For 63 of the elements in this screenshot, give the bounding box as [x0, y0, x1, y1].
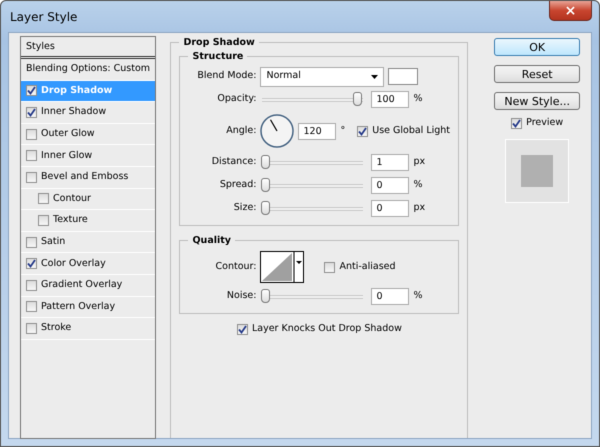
checkbox[interactable] — [26, 150, 37, 162]
style-list-item[interactable]: Gradient Overlay — [21, 274, 156, 297]
checkbox[interactable] — [511, 118, 522, 129]
checkbox[interactable] — [26, 258, 37, 270]
field-label: Distance: — [210, 155, 256, 170]
field-label: Opacity: — [216, 92, 256, 106]
checkbox[interactable] — [324, 262, 336, 272]
checkbox[interactable] — [26, 128, 37, 140]
style-list-item[interactable]: Texture — [21, 210, 156, 232]
number-field[interactable]: 120 — [298, 122, 336, 140]
color-swatch[interactable] — [388, 68, 418, 85]
blend-mode-dropdown[interactable]: Normal — [260, 66, 384, 86]
dialog-button[interactable]: Reset — [494, 65, 580, 83]
window-title: Layer Style — [9, 8, 78, 26]
field-label: Spread: — [218, 178, 256, 192]
checkbox[interactable] — [38, 193, 49, 204]
preview-thumbnail — [505, 139, 570, 204]
number-field[interactable]: 1 — [371, 154, 410, 171]
checkbox[interactable] — [26, 322, 37, 334]
checkbox[interactable] — [26, 280, 37, 291]
checkbox[interactable] — [26, 85, 37, 96]
checkbox[interactable] — [357, 126, 368, 136]
caret-icon — [371, 74, 378, 78]
style-list-item[interactable]: Contour — [21, 188, 156, 210]
style-list-item[interactable]: Satin — [21, 232, 156, 254]
checkbox[interactable] — [26, 236, 37, 248]
style-list-item[interactable]: Bevel and Emboss — [21, 166, 156, 189]
field-label: Size: — [232, 201, 256, 216]
dialog-button[interactable]: OK — [494, 38, 580, 56]
dialog-button[interactable]: New Style... — [494, 92, 580, 110]
checkbox-label: Anti-aliased — [339, 260, 396, 274]
number-field[interactable]: 0 — [371, 177, 410, 194]
unit-label: px — [413, 155, 426, 170]
field-label: Contour: — [214, 260, 256, 274]
checkbox-label: Use Global Light — [372, 124, 450, 138]
checkbox-label: Layer Knocks Out Drop Shadow — [252, 322, 402, 336]
style-list-item[interactable]: Inner Glow — [21, 145, 156, 167]
checkbox[interactable] — [38, 214, 49, 226]
list-header: Styles — [21, 37, 156, 59]
checkbox[interactable] — [26, 172, 37, 183]
number-field[interactable]: 100 — [371, 91, 410, 108]
style-list-item[interactable]: Color Overlay — [21, 253, 156, 275]
style-list-item[interactable]: Inner Shadow — [21, 102, 156, 124]
field-label: Noise: — [226, 289, 256, 304]
checkbox[interactable] — [26, 301, 37, 312]
contour-picker[interactable] — [260, 251, 304, 283]
number-field[interactable]: 0 — [371, 200, 410, 217]
style-list-item[interactable]: Stroke — [21, 318, 156, 340]
style-list-item[interactable]: Pattern Overlay — [21, 296, 156, 318]
style-list-item[interactable]: Outer Glow — [21, 124, 156, 146]
close-button[interactable]: × — [549, 1, 592, 21]
checkbox[interactable] — [26, 106, 37, 118]
unit-label: % — [413, 92, 423, 106]
checkbox[interactable] — [236, 324, 248, 335]
checkbox-label: Preview — [526, 116, 564, 130]
field-label: Blend Mode: — [196, 69, 256, 84]
unit-label: % — [413, 178, 423, 192]
unit-label: ° — [340, 124, 346, 138]
angle-dial[interactable] — [260, 114, 294, 148]
number-field[interactable]: 0 — [371, 288, 410, 305]
unit-label: % — [413, 289, 423, 304]
unit-label: px — [413, 201, 426, 216]
field-label: Angle: — [225, 124, 256, 138]
